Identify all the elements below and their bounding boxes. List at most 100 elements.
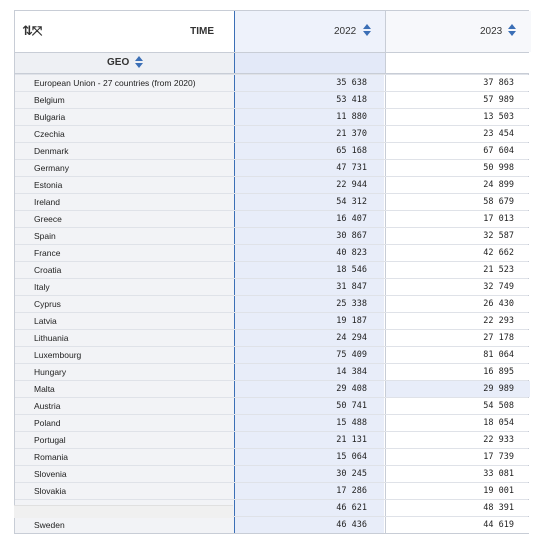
value-cell-2023: 29 989 [385, 381, 530, 397]
geo-dimension-label: GEO [107, 57, 130, 68]
value-cell-2022: 75 409 [234, 347, 384, 363]
year-label-2022: 2022 [334, 26, 357, 37]
value-cell-2022: 21 370 [234, 126, 384, 142]
swap-axes-icon[interactable]: ⇅⤧ [22, 23, 42, 39]
table-row: Luxembourg 75 409 81 064 [15, 346, 530, 363]
value-cell-2023: 48 391 [385, 500, 530, 516]
value-cell-2022: 30 245 [234, 466, 384, 482]
value-cell-2023: 24 899 [385, 177, 530, 193]
geo-cell: France [15, 245, 234, 261]
geo-cell: Italy [15, 279, 234, 295]
geo-cell: Czechia [15, 126, 234, 142]
table-row: Estonia 22 944 24 899 [15, 176, 530, 193]
table-row: Ireland 54 312 58 679 [15, 193, 530, 210]
table-corner: ⇅⤧ TIME [15, 11, 234, 52]
table-row: Portugal 21 131 22 933 [15, 431, 530, 448]
value-cell-2023: 33 081 [385, 466, 530, 482]
table-row: Poland 15 488 18 054 [15, 414, 530, 431]
table-row: France 40 823 42 662 [15, 244, 530, 261]
table-row: Denmark 65 168 67 604 [15, 142, 530, 159]
column-header-2023[interactable]: 2023 [385, 11, 531, 52]
table-row: Belgium 53 418 57 989 [15, 91, 530, 108]
geo-cell: European Union - 27 countries (from 2020… [15, 75, 234, 91]
value-cell-2022: 47 731 [234, 160, 384, 176]
table-row: Greece 16 407 17 013 [15, 210, 530, 227]
value-cell-2022: 53 418 [234, 92, 384, 108]
value-cell-2022: 25 338 [234, 296, 384, 312]
geo-cell: Romania [15, 449, 234, 465]
geo-cell: Spain [15, 228, 234, 244]
geo-cell: Ireland [15, 194, 234, 210]
value-cell-2022: 17 286 [234, 483, 384, 499]
value-cell-2023: 54 508 [385, 398, 530, 414]
time-dimension-label: TIME [190, 26, 214, 37]
geo-cell: Portugal [15, 432, 234, 448]
value-cell-2022: 22 944 [234, 177, 384, 193]
value-cell-2022: 19 187 [234, 313, 384, 329]
column-header-2022[interactable]: 2022 [234, 11, 385, 52]
geo-cell: Belgium [15, 92, 234, 108]
data-table: ⇅⤧ TIME 2022 2023 GEO European Union - 2… [14, 10, 531, 534]
value-cell-2022: 50 741 [234, 398, 384, 414]
horizontal-scrollbar[interactable] [14, 505, 233, 518]
header-spacer-2022 [234, 53, 385, 73]
value-cell-2023: 17 739 [385, 449, 530, 465]
value-cell-2022: 35 638 [234, 75, 384, 91]
geo-cell: Austria [15, 398, 234, 414]
value-cell-2022: 21 131 [234, 432, 384, 448]
value-cell-2022: 46 436 [234, 517, 384, 533]
value-cell-2023: 50 998 [385, 160, 530, 176]
table-row: Croatia 18 546 21 523 [15, 261, 530, 278]
table-row: Austria 50 741 54 508 [15, 397, 530, 414]
value-cell-2022: 46 621 [234, 500, 384, 516]
header-spacer-2023 [385, 53, 531, 73]
value-cell-2022: 11 880 [234, 109, 384, 125]
sort-icon-2023[interactable] [508, 24, 516, 38]
value-cell-2023: 32 749 [385, 279, 530, 295]
value-cell-2023: 58 679 [385, 194, 530, 210]
value-cell-2023: 26 430 [385, 296, 530, 312]
geo-cell: Malta [15, 381, 234, 397]
geo-cell: Sweden [15, 517, 234, 533]
value-cell-2022: 15 488 [234, 415, 384, 431]
geo-header-cell[interactable]: GEO [15, 53, 234, 73]
table-row: Spain 30 867 32 587 [15, 227, 530, 244]
geo-cell: Luxembourg [15, 347, 234, 363]
value-cell-2023: 57 989 [385, 92, 530, 108]
value-cell-2023: 32 587 [385, 228, 530, 244]
geo-cell: Slovenia [15, 466, 234, 482]
sort-icon-geo[interactable] [135, 56, 143, 70]
value-cell-2023: 21 523 [385, 262, 530, 278]
value-cell-2023: 22 293 [385, 313, 530, 329]
geo-cell: Hungary [15, 364, 234, 380]
table-row: Slovakia 17 286 19 001 [15, 482, 530, 499]
geo-cell: Croatia [15, 262, 234, 278]
value-cell-2023: 16 895 [385, 364, 530, 380]
geo-cell: Germany [15, 160, 234, 176]
table-row: Lithuania 24 294 27 178 [15, 329, 530, 346]
table-row: Latvia 19 187 22 293 [15, 312, 530, 329]
geo-cell: Slovakia [15, 483, 234, 499]
value-cell-2022: 65 168 [234, 143, 384, 159]
table-body: European Union - 27 countries (from 2020… [14, 74, 530, 534]
table-row: Slovenia 30 245 33 081 [15, 465, 530, 482]
geo-cell: Bulgaria [15, 109, 234, 125]
value-cell-2023: 42 662 [385, 245, 530, 261]
header-row-time: ⇅⤧ TIME 2022 2023 [14, 10, 531, 52]
value-cell-2022: 29 408 [234, 381, 384, 397]
table-row: Germany 47 731 50 998 [15, 159, 530, 176]
value-cell-2023: 44 619 [385, 517, 530, 533]
geo-cell: Denmark [15, 143, 234, 159]
header-row-geo: GEO [14, 52, 531, 74]
table-row: Bulgaria 11 880 13 503 [15, 108, 530, 125]
table-row: Romania 15 064 17 739 [15, 448, 530, 465]
geo-cell: Cyprus [15, 296, 234, 312]
value-cell-2022: 40 823 [234, 245, 384, 261]
value-cell-2022: 16 407 [234, 211, 384, 227]
geo-cell: Poland [15, 415, 234, 431]
geo-cell: Estonia [15, 177, 234, 193]
table-row: Malta 29 408 29 989 [15, 380, 530, 397]
table-row: Cyprus 25 338 26 430 [15, 295, 530, 312]
table-row: Czechia 21 370 23 454 [15, 125, 530, 142]
sort-icon-2022[interactable] [363, 24, 371, 38]
